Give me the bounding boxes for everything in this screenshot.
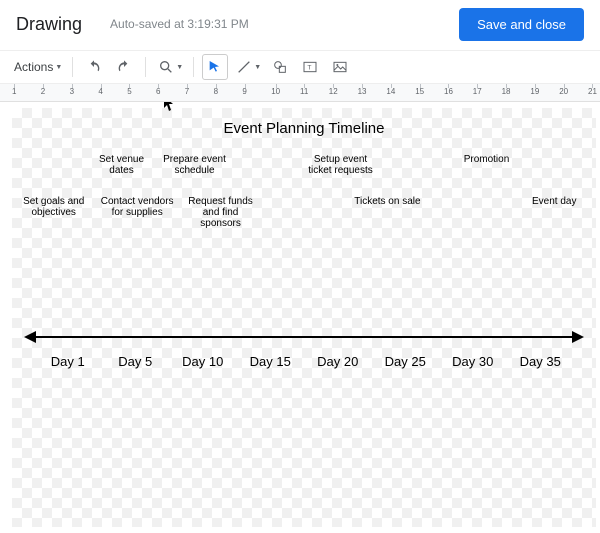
day-label[interactable]: Day 30 — [439, 354, 507, 369]
day-label[interactable]: Day 35 — [507, 354, 575, 369]
separator — [193, 57, 194, 77]
caret-down-icon: ▼ — [254, 64, 261, 71]
activity-text[interactable]: Promotion — [450, 154, 523, 176]
ruler-tick: 21 — [588, 84, 597, 102]
textbox-icon: T — [302, 59, 318, 75]
autosave-text: Auto-saved at 3:19:31 PM — [110, 17, 249, 31]
day-labels-row: Day 1Day 5Day 10Day 15Day 20Day 25Day 30… — [34, 354, 574, 369]
save-and-close-button[interactable]: Save and close — [459, 8, 584, 41]
ruler-tick: 11 — [300, 84, 308, 102]
undo-icon — [86, 59, 102, 75]
activity-text[interactable]: Setup event ticket requests — [304, 154, 377, 176]
day-label[interactable]: Day 15 — [237, 354, 305, 369]
ruler-tick: 18 — [502, 84, 511, 102]
actions-menu[interactable]: Actions ▼ — [10, 54, 64, 80]
activity-text[interactable]: Contact vendors for supplies — [95, 196, 178, 229]
separator — [145, 57, 146, 77]
zoom-icon — [158, 59, 174, 75]
textbox-tool[interactable]: T — [297, 54, 323, 80]
line-tool-menu[interactable]: ▼ — [232, 54, 263, 80]
zoom-menu[interactable]: ▼ — [154, 54, 185, 80]
horizontal-ruler: 123456789101112131415161718192021 — [0, 84, 600, 102]
ruler-tick: 20 — [559, 84, 568, 102]
ruler-tick: 13 — [358, 84, 367, 102]
ruler-tick: 17 — [473, 84, 482, 102]
redo-button[interactable] — [111, 54, 137, 80]
ruler-tick: 7 — [185, 84, 189, 102]
header: Drawing Auto-saved at 3:19:31 PM Save an… — [0, 0, 600, 50]
day-label[interactable]: Day 20 — [304, 354, 372, 369]
ruler-tick: 4 — [98, 84, 102, 102]
day-label[interactable]: Day 1 — [34, 354, 102, 369]
ruler-tick: 1 — [12, 84, 16, 102]
image-icon — [332, 59, 348, 75]
activity-empty — [429, 196, 512, 229]
ruler-tick: 14 — [386, 84, 395, 102]
svg-text:T: T — [308, 65, 312, 72]
ruler-tick: 8 — [214, 84, 218, 102]
ruler-tick: 19 — [530, 84, 539, 102]
app-title: Drawing — [16, 14, 82, 35]
ruler-tick: 10 — [271, 84, 280, 102]
mouse-cursor-icon — [164, 102, 176, 112]
image-tool[interactable] — [327, 54, 353, 80]
activity-empty — [12, 154, 85, 176]
toolbar: Actions ▼ ▼ ▼ T — [0, 50, 600, 84]
ruler-tick: 2 — [41, 84, 45, 102]
ruler-tick: 9 — [242, 84, 246, 102]
activity-text[interactable]: Set venue dates — [85, 154, 158, 176]
shape-tool[interactable] — [267, 54, 293, 80]
select-tool[interactable] — [202, 54, 228, 80]
header-left: Drawing Auto-saved at 3:19:31 PM — [16, 14, 249, 35]
drawing-title[interactable]: Event Planning Timeline — [12, 120, 596, 137]
ruler-tick: 5 — [127, 84, 131, 102]
ruler-tick: 6 — [156, 84, 160, 102]
activity-text[interactable]: Request funds and find sponsors — [179, 196, 262, 229]
separator — [72, 57, 73, 77]
drawing-canvas[interactable]: Event Planning Timeline Set venue datesP… — [12, 108, 596, 527]
ruler-tick: 12 — [329, 84, 338, 102]
activity-empty — [262, 196, 345, 229]
ruler-tick: 15 — [415, 84, 424, 102]
line-icon — [236, 59, 252, 75]
undo-button[interactable] — [81, 54, 107, 80]
activity-text[interactable]: Tickets on sale — [346, 196, 429, 229]
ruler-tick: 3 — [70, 84, 74, 102]
caret-down-icon: ▼ — [176, 64, 183, 71]
day-label[interactable]: Day 25 — [372, 354, 440, 369]
activity-text[interactable]: Prepare event schedule — [158, 154, 231, 176]
activity-text[interactable]: Set goals and objectives — [12, 196, 95, 229]
activity-text[interactable]: Event day — [513, 196, 596, 229]
actions-label: Actions — [14, 60, 53, 74]
cursor-icon — [207, 59, 223, 75]
activity-empty — [231, 154, 304, 176]
activity-empty — [523, 154, 596, 176]
timeline-arrow[interactable] — [26, 336, 582, 338]
activity-empty — [377, 154, 450, 176]
day-label[interactable]: Day 10 — [169, 354, 237, 369]
activity-row-top: Set venue datesPrepare event schedule Set… — [12, 154, 596, 176]
shape-icon — [272, 59, 288, 75]
day-label[interactable]: Day 5 — [102, 354, 170, 369]
redo-icon — [116, 59, 132, 75]
ruler-tick: 16 — [444, 84, 453, 102]
canvas-area[interactable]: Event Planning Timeline Set venue datesP… — [0, 102, 600, 533]
activity-row-bottom: Set goals and objectivesContact vendors … — [12, 196, 596, 229]
caret-down-icon: ▼ — [55, 64, 62, 71]
